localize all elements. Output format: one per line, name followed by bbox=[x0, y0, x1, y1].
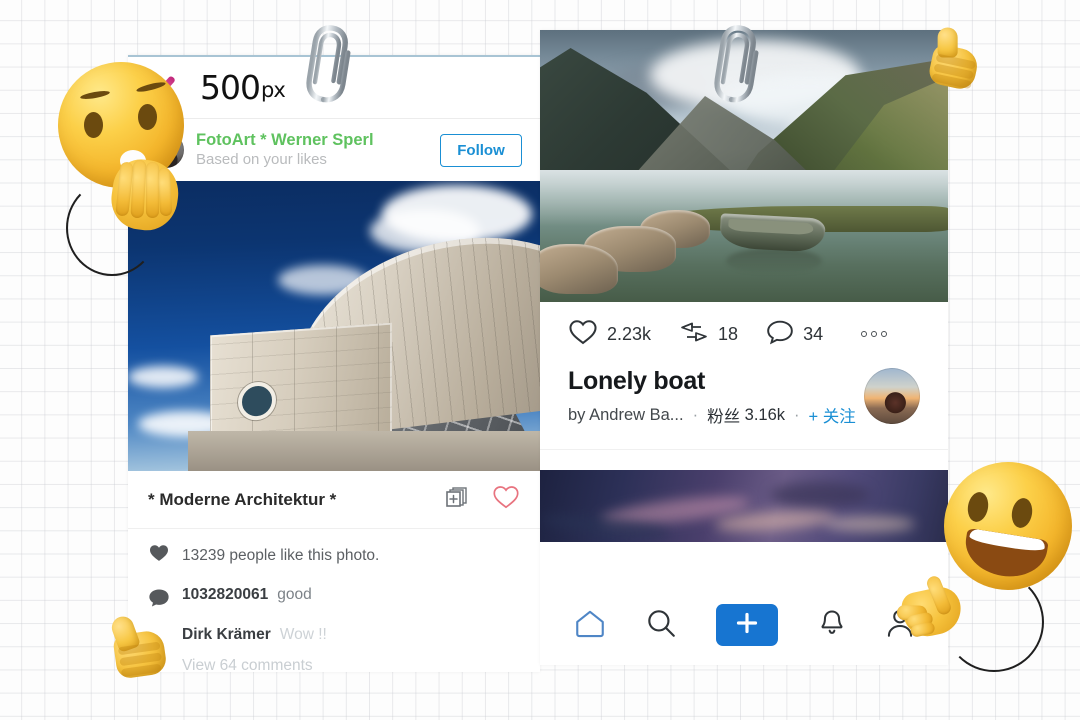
view-all-comments-link[interactable]: View 64 comments bbox=[182, 657, 520, 672]
nav-search-button[interactable] bbox=[644, 607, 678, 644]
user-suggestion-row: FotoArt * Werner Sperl Based on your lik… bbox=[128, 119, 540, 181]
cloud bbox=[128, 366, 198, 388]
nav-add-button[interactable] bbox=[715, 604, 778, 646]
emoji-teeth bbox=[969, 528, 1046, 553]
likes-row: 13239 people like this photo. bbox=[128, 529, 540, 578]
likes-count: 2.23k bbox=[607, 323, 652, 344]
shares-count: 18 bbox=[718, 323, 739, 344]
plus-icon bbox=[734, 610, 760, 641]
heart-outline-icon[interactable] bbox=[492, 484, 520, 515]
more-options-icon[interactable] bbox=[861, 331, 888, 337]
user-meta: FotoArt * Werner Sperl Based on your lik… bbox=[196, 131, 440, 168]
comment-text: good bbox=[277, 586, 312, 603]
comment-text: Wow !! bbox=[279, 626, 327, 643]
comment-item: Dirk Krämer Wow !! bbox=[148, 626, 520, 644]
500px-x-logo-icon bbox=[150, 74, 178, 102]
user-name[interactable]: FotoArt * Werner Sperl bbox=[196, 131, 440, 150]
author-name[interactable]: by Andrew Ba... bbox=[568, 406, 684, 425]
building-base bbox=[188, 431, 540, 471]
add-to-collection-icon[interactable] bbox=[444, 484, 470, 515]
dusk-sky-photo[interactable] bbox=[540, 470, 948, 543]
followers-label: 粉丝 bbox=[707, 408, 741, 427]
brand-suffix: px bbox=[261, 78, 286, 102]
bell-icon bbox=[816, 607, 848, 644]
nav-profile-button[interactable] bbox=[885, 607, 915, 644]
section-divider bbox=[540, 449, 948, 470]
bottom-navigation-bar bbox=[540, 585, 948, 665]
title-left: Lonely boat by Andrew Ba... · 粉丝 3.16k ·… bbox=[568, 366, 864, 427]
comments-block: 1032820061 good Dirk Krämer Wow !! View … bbox=[128, 578, 540, 672]
emoji-eye bbox=[1009, 496, 1035, 530]
emoji-eye bbox=[84, 112, 103, 138]
comment-author[interactable]: Dirk Krämer bbox=[182, 626, 271, 644]
photo-stats-row: 2.23k 18 34 bbox=[540, 302, 948, 366]
emoji-eye bbox=[965, 490, 991, 524]
followers-count: 3.16k bbox=[744, 405, 786, 424]
emoji-mouth bbox=[961, 527, 1049, 583]
photo-byline: by Andrew Ba... · 粉丝 3.16k · + 关注 bbox=[568, 403, 864, 427]
collage-canvas: 500 px FotoArt * Werner Sperl Based on yo… bbox=[0, 0, 1080, 720]
follow-button-cn[interactable]: + 关注 bbox=[809, 403, 856, 427]
emoji-eyebrow bbox=[79, 89, 111, 101]
share-arrows-icon bbox=[679, 319, 709, 350]
right-photo-card: 2.23k 18 34 Lonely boat by Andrew Ba... … bbox=[540, 30, 948, 665]
likes-stat[interactable]: 2.23k bbox=[568, 318, 651, 351]
comments-stat[interactable]: 34 bbox=[766, 319, 823, 350]
home-icon bbox=[573, 607, 607, 644]
comment-bubble-outline-icon bbox=[766, 319, 794, 350]
shares-stat[interactable]: 18 bbox=[679, 319, 738, 350]
left-photo-card: 500 px FotoArt * Werner Sperl Based on yo… bbox=[128, 55, 540, 672]
photo-title-block: Lonely boat by Andrew Ba... · 粉丝 3.16k ·… bbox=[540, 366, 948, 427]
comment-item: 1032820061 good bbox=[148, 586, 520, 613]
brand-wordmark: 500 px bbox=[200, 68, 286, 107]
photo-title: Lonely boat bbox=[568, 367, 705, 395]
comment-spacer bbox=[148, 626, 182, 628]
grinning-face-emoji bbox=[944, 462, 1080, 672]
emoji-arm-outline bbox=[944, 572, 1044, 672]
author-avatar-photo-icon[interactable] bbox=[864, 368, 920, 424]
comment-bubble-icon bbox=[148, 586, 182, 613]
likes-count-text: 13239 people like this photo. bbox=[182, 546, 380, 564]
byline-separator: · bbox=[692, 405, 699, 424]
brand-name: 500 bbox=[200, 68, 261, 107]
search-icon bbox=[644, 607, 678, 644]
user-subtitle: Based on your likes bbox=[196, 150, 327, 168]
boat-reflection bbox=[726, 248, 822, 274]
boat-interior bbox=[728, 218, 814, 236]
rock bbox=[540, 244, 618, 294]
lonely-boat-photo[interactable] bbox=[540, 30, 948, 302]
nav-notifications-button[interactable] bbox=[816, 607, 848, 644]
user-avatar-photo-icon[interactable] bbox=[148, 132, 184, 168]
architecture-photo[interactable] bbox=[128, 181, 540, 471]
photo-caption: * Moderne Architektur * bbox=[148, 489, 337, 509]
follow-button[interactable]: Follow bbox=[440, 133, 522, 167]
byline-separator: · bbox=[794, 405, 800, 424]
nav-home-button[interactable] bbox=[573, 607, 607, 644]
comment-author[interactable]: 1032820061 bbox=[182, 586, 268, 604]
heart-outline-icon bbox=[568, 318, 598, 351]
emoji-face bbox=[944, 462, 1072, 590]
caption-row: * Moderne Architektur * bbox=[128, 471, 540, 529]
brand-bar: 500 px bbox=[128, 57, 540, 119]
heart-filled-icon bbox=[148, 543, 182, 568]
comments-count: 34 bbox=[803, 323, 824, 344]
person-icon bbox=[885, 607, 915, 644]
